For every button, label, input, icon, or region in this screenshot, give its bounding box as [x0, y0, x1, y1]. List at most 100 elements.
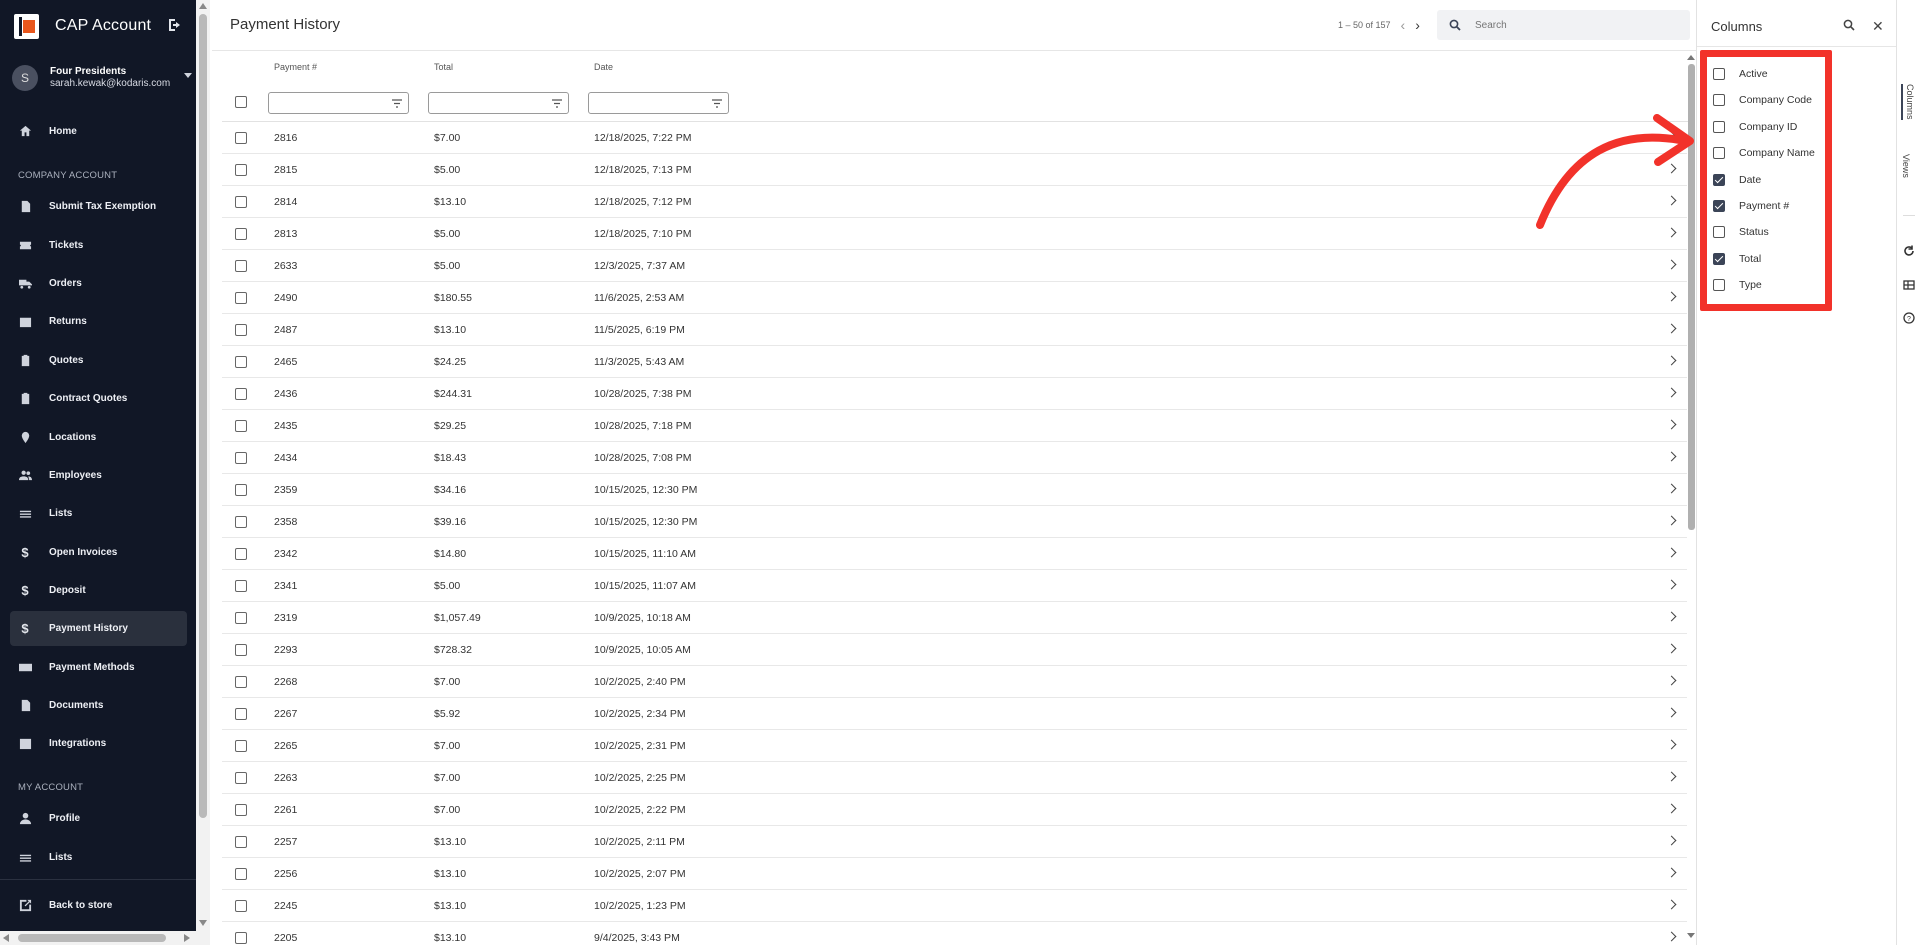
table-row[interactable]: 2490 $180.55 11/6/2025, 2:53 AM [222, 282, 1687, 314]
sidebar-item-orders[interactable]: Orders [10, 266, 187, 301]
table-row[interactable]: 2814 $13.10 12/18/2025, 7:12 PM [222, 186, 1687, 218]
search-box[interactable] [1437, 10, 1690, 40]
chevron-right-icon[interactable] [1666, 451, 1677, 462]
chevron-right-icon[interactable] [1666, 611, 1677, 622]
sidebar-item-locations[interactable]: Locations [10, 420, 187, 455]
filter-icon[interactable] [392, 99, 402, 108]
table-row[interactable]: 2816 $7.00 12/18/2025, 7:22 PM [222, 122, 1687, 154]
table-row[interactable]: 2358 $39.16 10/15/2025, 12:30 PM [222, 506, 1687, 538]
sidebar-item-deposit[interactable]: $ Deposit [10, 573, 187, 608]
sidebar-item-open-invoices[interactable]: $ Open Invoices [10, 535, 187, 570]
table-row[interactable]: 2267 $5.92 10/2/2025, 2:34 PM [222, 698, 1687, 730]
scrollbar-thumb[interactable] [199, 14, 207, 818]
row-checkbox[interactable] [235, 836, 247, 848]
table-row[interactable]: 2261 $7.00 10/2/2025, 2:22 PM [222, 794, 1687, 826]
user-switcher[interactable]: S Four Presidents sarah.kewak@kodaris.co… [12, 62, 194, 94]
row-checkbox[interactable] [235, 548, 247, 560]
table-row[interactable]: 2265 $7.00 10/2/2025, 2:31 PM [222, 730, 1687, 762]
table-row[interactable]: 2342 $14.80 10/15/2025, 11:10 AM [222, 538, 1687, 570]
chevron-right-icon[interactable] [1666, 355, 1677, 366]
chevron-right-icon[interactable] [1666, 899, 1677, 910]
chevron-right-icon[interactable] [1666, 707, 1677, 718]
sidebar-item-payment-methods[interactable]: Payment Methods [10, 650, 187, 685]
sidebar-item-employees[interactable]: Employees [10, 458, 187, 493]
row-checkbox[interactable] [235, 676, 247, 688]
row-checkbox[interactable] [235, 164, 247, 176]
chevron-right-icon[interactable] [1666, 515, 1677, 526]
search-icon[interactable] [1843, 19, 1855, 31]
row-checkbox[interactable] [235, 516, 247, 528]
table-row[interactable]: 2359 $34.16 10/15/2025, 12:30 PM [222, 474, 1687, 506]
chevron-right-icon[interactable] [1666, 867, 1677, 878]
table-row[interactable]: 2245 $13.10 10/2/2025, 1:23 PM [222, 890, 1687, 922]
chevron-right-icon[interactable] [1666, 771, 1677, 782]
table-row[interactable]: 2263 $7.00 10/2/2025, 2:25 PM [222, 762, 1687, 794]
chevron-right-icon[interactable] [1666, 739, 1677, 750]
row-checkbox[interactable] [235, 196, 247, 208]
sidebar-item-contract-quotes[interactable]: Contract Quotes [10, 381, 187, 416]
chevron-right-icon[interactable] [1666, 931, 1677, 942]
row-checkbox[interactable] [235, 260, 247, 272]
next-page-icon[interactable]: › [1415, 18, 1420, 32]
table-row[interactable]: 2268 $7.00 10/2/2025, 2:40 PM [222, 666, 1687, 698]
scroll-up-icon[interactable] [199, 3, 207, 9]
chevron-right-icon[interactable] [1666, 259, 1677, 270]
row-checkbox[interactable] [235, 580, 247, 592]
search-input[interactable] [1475, 19, 1675, 31]
table-row[interactable]: 2633 $5.00 12/3/2025, 7:37 AM [222, 250, 1687, 282]
chevron-right-icon[interactable] [1666, 579, 1677, 590]
row-checkbox[interactable] [235, 804, 247, 816]
row-checkbox[interactable] [235, 644, 247, 656]
row-checkbox[interactable] [235, 420, 247, 432]
table-row[interactable]: 2256 $13.10 10/2/2025, 2:07 PM [222, 858, 1687, 890]
sidebar-item-quotes[interactable]: Quotes [10, 343, 187, 378]
table-grid-icon[interactable] [1903, 279, 1915, 291]
table-row[interactable]: 2319 $1,057.49 10/9/2025, 10:18 AM [222, 602, 1687, 634]
table-row[interactable]: 2436 $244.31 10/28/2025, 7:38 PM [222, 378, 1687, 410]
row-checkbox[interactable] [235, 868, 247, 880]
column-header-total[interactable]: Total [434, 62, 453, 72]
close-icon[interactable]: ✕ [1872, 18, 1884, 35]
sidebar-item-lists[interactable]: Lists [10, 496, 187, 531]
sidebar-item-tickets[interactable]: Tickets [10, 228, 187, 263]
logout-icon[interactable] [167, 17, 183, 33]
chevron-right-icon[interactable] [1666, 291, 1677, 302]
row-checkbox[interactable] [235, 900, 247, 912]
sidebar-item-payment-history[interactable]: $ Payment History [10, 611, 187, 646]
refresh-icon[interactable] [1903, 245, 1915, 257]
chevron-right-icon[interactable] [1666, 803, 1677, 814]
table-row[interactable]: 2487 $13.10 11/5/2025, 6:19 PM [222, 314, 1687, 346]
row-checkbox[interactable] [235, 452, 247, 464]
sidebar-item-documents[interactable]: Documents [10, 688, 187, 723]
row-checkbox[interactable] [235, 612, 247, 624]
row-checkbox[interactable] [235, 324, 247, 336]
select-all-checkbox[interactable] [235, 96, 247, 108]
total-filter-input[interactable] [428, 92, 569, 114]
sidebar-item-integrations[interactable]: Integrations [10, 726, 187, 761]
chevron-right-icon[interactable] [1666, 323, 1677, 334]
table-row[interactable]: 2205 $13.10 9/4/2025, 3:43 PM [222, 922, 1687, 945]
scroll-down-icon[interactable] [1687, 933, 1695, 938]
scrollbar-thumb[interactable] [18, 934, 166, 942]
chevron-right-icon[interactable] [1666, 547, 1677, 558]
brand[interactable]: CAP Account [14, 12, 151, 40]
filter-icon[interactable] [712, 99, 722, 108]
date-filter-input[interactable] [588, 92, 729, 114]
tab-columns[interactable]: Columns [1901, 84, 1915, 120]
sidebar-item-home[interactable]: Home [10, 114, 187, 149]
prev-page-icon[interactable]: ‹ [1401, 18, 1406, 32]
scroll-down-icon[interactable] [199, 920, 207, 926]
chevron-right-icon[interactable] [1666, 419, 1677, 430]
chevron-right-icon[interactable] [1666, 483, 1677, 494]
column-header-date[interactable]: Date [594, 62, 613, 72]
row-checkbox[interactable] [235, 228, 247, 240]
sidebar-item-returns[interactable]: Returns [10, 304, 187, 339]
help-icon[interactable]: ? [1903, 312, 1915, 324]
row-checkbox[interactable] [235, 708, 247, 720]
sidebar-horizontal-scrollbar[interactable] [0, 931, 196, 945]
chevron-right-icon[interactable] [1666, 675, 1677, 686]
chevron-right-icon[interactable] [1666, 835, 1677, 846]
table-row[interactable]: 2293 $728.32 10/9/2025, 10:05 AM [222, 634, 1687, 666]
table-row[interactable]: 2435 $29.25 10/28/2025, 7:18 PM [222, 410, 1687, 442]
table-row[interactable]: 2815 $5.00 12/18/2025, 7:13 PM [222, 154, 1687, 186]
